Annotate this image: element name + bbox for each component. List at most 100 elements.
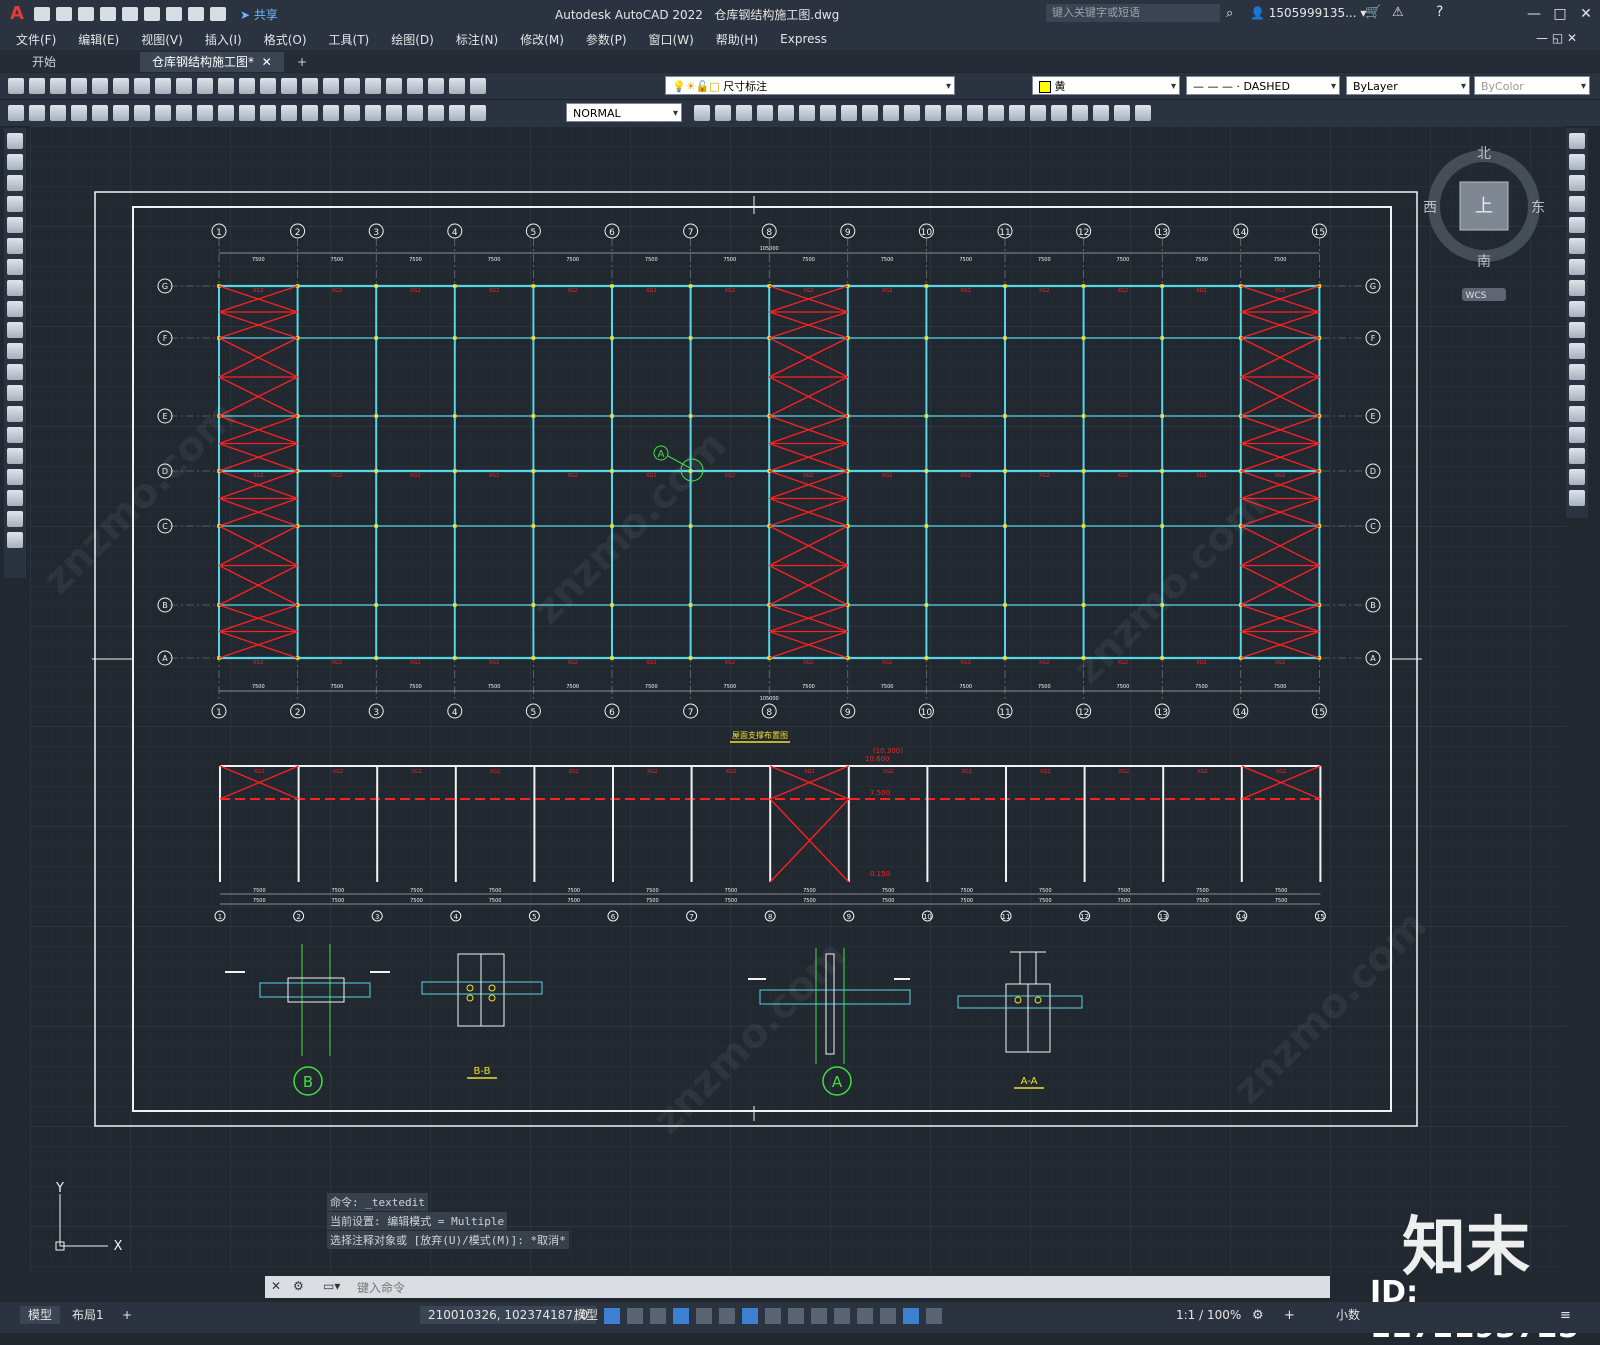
erase-icon[interactable] [1569, 133, 1585, 149]
lineweight-toggle-icon[interactable] [765, 1308, 781, 1324]
add-layout-button[interactable]: + [114, 1306, 140, 1324]
tool-i-icon[interactable] [862, 105, 878, 121]
dim-baseline-icon[interactable] [260, 105, 276, 121]
tool-f-icon[interactable] [799, 105, 815, 121]
drawing-area[interactable]: 1 1 2 2 3 3 4 4 5 5 6 6 7 7 8 8 9 9 10 10 11 11 12 12 13 13 14 14 15… [30, 126, 1566, 1274]
cut-icon[interactable] [134, 78, 150, 94]
open-file-icon[interactable] [56, 7, 72, 21]
app-logo-icon[interactable]: A [6, 3, 28, 25]
tool-e-icon[interactable] [778, 105, 794, 121]
plot-icon[interactable] [166, 7, 182, 21]
close-command-icon[interactable]: ✕ [271, 1279, 281, 1293]
color-dropdown[interactable]: 黄 [1032, 76, 1180, 96]
zoom-window-icon[interactable] [302, 78, 318, 94]
menu-express[interactable]: Express [780, 32, 827, 46]
gradient-icon[interactable] [7, 448, 23, 464]
tool-l-icon[interactable] [925, 105, 941, 121]
calculator-icon[interactable] [449, 78, 465, 94]
polyline-icon[interactable] [7, 175, 23, 191]
customize-command-icon[interactable]: ⚙ [293, 1279, 304, 1293]
tool-u-icon[interactable] [1114, 105, 1130, 121]
tool-g-icon[interactable] [820, 105, 836, 121]
spline-icon[interactable] [7, 301, 23, 317]
lineweight-dropdown[interactable]: ByLayer [1346, 76, 1470, 96]
extend-icon[interactable] [1569, 343, 1585, 359]
trim-icon[interactable] [1569, 322, 1585, 338]
break-icon[interactable] [1569, 385, 1585, 401]
3d-osnap-icon[interactable] [834, 1308, 850, 1324]
designcenter-icon[interactable] [365, 78, 381, 94]
sheetset-icon[interactable] [407, 78, 423, 94]
tool-d-icon[interactable] [757, 105, 773, 121]
ellipse-icon[interactable] [7, 322, 23, 338]
jogged-linear-icon[interactable] [407, 105, 423, 121]
command-line[interactable]: ✕ ⚙ ▭▾ 键入命令 [265, 1276, 1330, 1298]
tool-p-icon[interactable] [1009, 105, 1025, 121]
dim-radius-icon[interactable] [155, 105, 171, 121]
isodraft-toggle-icon[interactable] [696, 1308, 712, 1324]
revcloud-icon[interactable] [7, 280, 23, 296]
save-icon[interactable] [50, 78, 66, 94]
undo-icon[interactable] [218, 78, 234, 94]
ellipse-arc-icon[interactable] [7, 343, 23, 359]
osnap-toggle-icon[interactable] [742, 1308, 758, 1324]
menu-edit[interactable]: 编辑(E) [78, 31, 119, 48]
rectangle-icon[interactable] [7, 217, 23, 233]
menu-view[interactable]: 视图(V) [141, 31, 183, 48]
gizmo-icon[interactable] [880, 1308, 896, 1324]
save-web-icon[interactable] [144, 7, 160, 21]
polar-toggle-icon[interactable] [673, 1308, 689, 1324]
dim-text-edit-icon[interactable] [449, 105, 465, 121]
insert-block-icon[interactable] [7, 364, 23, 380]
mtext-icon[interactable] [7, 511, 23, 527]
menu-modify[interactable]: 修改(M) [520, 31, 564, 48]
settings-gear-icon[interactable]: ⚙ [1252, 1308, 1264, 1323]
tool-v-icon[interactable] [1135, 105, 1151, 121]
layer-props-icon[interactable] [8, 105, 24, 121]
menu-draw[interactable]: 绘图(D) [391, 31, 434, 48]
command-input[interactable]: 键入命令 [357, 1279, 405, 1296]
text-style-dropdown[interactable]: NORMAL [566, 103, 682, 123]
table-icon[interactable] [7, 490, 23, 506]
menu-insert[interactable]: 插入(I) [205, 31, 242, 48]
properties-icon[interactable] [344, 78, 360, 94]
transparency-toggle-icon[interactable] [788, 1308, 804, 1324]
new-tab-button[interactable]: + [285, 52, 319, 72]
units-display[interactable]: 小数 [1328, 1306, 1368, 1324]
layer-state-icon[interactable] [29, 105, 45, 121]
break-point-icon[interactable] [1569, 364, 1585, 380]
ortho-toggle-icon[interactable] [650, 1308, 666, 1324]
tool-m-icon[interactable] [946, 105, 962, 121]
cart-icon[interactable]: 🛒 [1365, 5, 1381, 20]
plus-icon[interactable]: + [1284, 1308, 1295, 1323]
annotation-scale[interactable]: 1:1 / 100% [1168, 1306, 1249, 1324]
preview-icon[interactable] [92, 78, 108, 94]
menu-help[interactable]: 帮助(H) [716, 31, 758, 48]
close-button[interactable]: ✕ [1576, 4, 1596, 24]
help-icon[interactable] [470, 78, 486, 94]
blend-icon[interactable] [1569, 469, 1585, 485]
ucs-dynamic-icon[interactable] [857, 1308, 873, 1324]
dim-diameter-icon[interactable] [197, 105, 213, 121]
quick-dim-icon[interactable] [239, 105, 255, 121]
doc-window-controls[interactable]: — ◱ ✕ [1536, 31, 1577, 45]
qnew-icon[interactable] [8, 78, 24, 94]
tab-active-drawing[interactable]: 仓库钢结构施工图* ✕ [140, 52, 284, 72]
rotate-icon[interactable] [1569, 259, 1585, 275]
model-space-toggle[interactable]: 模型 [566, 1306, 606, 1324]
dim-linear-icon[interactable] [71, 105, 87, 121]
redo-icon[interactable] [239, 78, 255, 94]
toolpalettes-icon[interactable] [386, 78, 402, 94]
paste-icon[interactable] [176, 78, 192, 94]
line-icon[interactable] [7, 133, 23, 149]
otrack-toggle-icon[interactable] [719, 1308, 735, 1324]
array-icon[interactable] [1569, 217, 1585, 233]
save-icon[interactable] [78, 7, 94, 21]
join-icon[interactable] [1569, 406, 1585, 422]
tool-s-icon[interactable] [1072, 105, 1088, 121]
tool-q-icon[interactable] [1030, 105, 1046, 121]
tool-c-icon[interactable] [736, 105, 752, 121]
zoom-realtime-icon[interactable] [281, 78, 297, 94]
user-account[interactable]: 👤 1505999135... ▾ [1250, 6, 1366, 20]
dim-angular-icon[interactable] [218, 105, 234, 121]
